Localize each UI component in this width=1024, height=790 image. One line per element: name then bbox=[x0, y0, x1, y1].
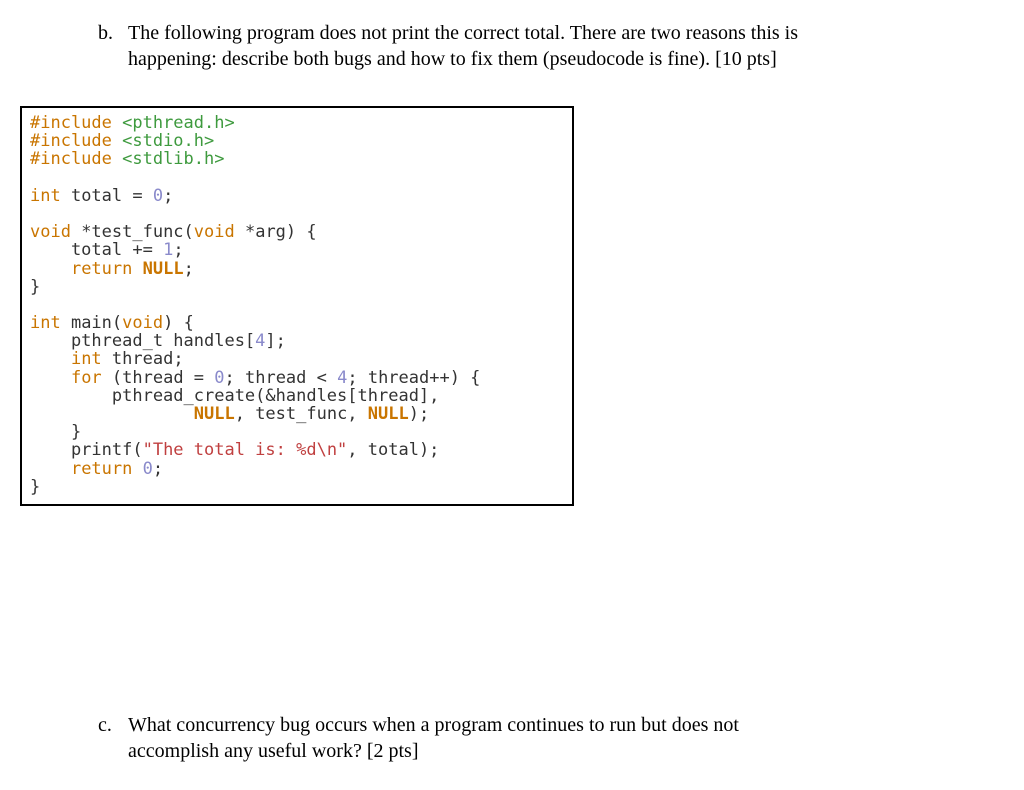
code-l14-a bbox=[30, 349, 71, 369]
code-l17-d: NULL bbox=[368, 404, 409, 424]
code-l9-d: NULL bbox=[143, 259, 184, 279]
code-l21: } bbox=[30, 477, 40, 497]
code-l7-a: void bbox=[30, 222, 71, 242]
code-l9-c bbox=[132, 259, 142, 279]
code-l15-b: for bbox=[71, 368, 102, 388]
code-l2-a: #include bbox=[30, 131, 122, 151]
code-l8-c: ; bbox=[173, 240, 183, 260]
code-l20-d: 0 bbox=[143, 459, 153, 479]
code-l20-a bbox=[30, 459, 71, 479]
code-l9-b: return bbox=[71, 259, 132, 279]
code-l7-d: *arg) { bbox=[235, 222, 317, 242]
question-c-row1: c. What concurrency bug occurs when a pr… bbox=[98, 712, 954, 738]
code-l15-d: 0 bbox=[214, 368, 224, 388]
code-l15-e: ; thread < bbox=[225, 368, 338, 388]
code-l13-b: 4 bbox=[255, 331, 265, 351]
code-l16: pthread_create(&handles[thread], bbox=[30, 386, 439, 406]
code-l7-b: *test_func( bbox=[71, 222, 194, 242]
exam-page: b. The following program does not print … bbox=[0, 0, 1024, 790]
code-l17-b: NULL bbox=[194, 404, 235, 424]
code-l19-c: , total); bbox=[347, 440, 439, 460]
code-l7-c: void bbox=[194, 222, 235, 242]
code-l20-c bbox=[132, 459, 142, 479]
code-l3-b: <stdlib.h> bbox=[122, 149, 224, 169]
question-c-line2: accomplish any useful work? [2 pts] bbox=[128, 738, 954, 764]
code-l19-b: "The total is: %d\n" bbox=[143, 440, 348, 460]
code-l5-d: ; bbox=[163, 186, 173, 206]
code-l13-c: ]; bbox=[265, 331, 285, 351]
code-l15-c: (thread = bbox=[102, 368, 215, 388]
code-l12-b: main( bbox=[61, 313, 122, 333]
code-l1-b: <pthread.h> bbox=[122, 113, 235, 133]
code-l15-a bbox=[30, 368, 71, 388]
spacer bbox=[98, 46, 128, 72]
spacer bbox=[98, 738, 128, 764]
code-l17-e: ); bbox=[409, 404, 429, 424]
code-l2-b: <stdio.h> bbox=[122, 131, 214, 151]
code-l5-c: 0 bbox=[153, 186, 163, 206]
code-l19-a: printf( bbox=[30, 440, 143, 460]
code-l8-b: 1 bbox=[163, 240, 173, 260]
question-c-line1: What concurrency bug occurs when a progr… bbox=[128, 712, 954, 738]
code-l14-b: int bbox=[71, 349, 102, 369]
code-listing: #include <pthread.h> #include <stdio.h> … bbox=[20, 106, 574, 506]
code-l5-a: int bbox=[30, 186, 61, 206]
question-c: c. What concurrency bug occurs when a pr… bbox=[98, 712, 954, 764]
question-b-row1: b. The following program does not print … bbox=[98, 20, 954, 46]
code-l5-b: total = bbox=[61, 186, 153, 206]
question-b-line1: The following program does not print the… bbox=[128, 20, 954, 46]
code-l10: } bbox=[30, 277, 40, 297]
code-l13-a: pthread_t handles[ bbox=[30, 331, 255, 351]
code-l1-a: #include bbox=[30, 113, 122, 133]
code-l12-a: int bbox=[30, 313, 61, 333]
question-c-row2: accomplish any useful work? [2 pts] bbox=[98, 738, 954, 764]
code-l14-c: thread; bbox=[102, 349, 184, 369]
code-l15-f: 4 bbox=[337, 368, 347, 388]
question-b-line2: happening: describe both bugs and how to… bbox=[128, 46, 954, 72]
code-l9-a bbox=[30, 259, 71, 279]
question-c-marker: c. bbox=[98, 712, 128, 738]
question-b: b. The following program does not print … bbox=[98, 20, 954, 72]
question-b-row2: happening: describe both bugs and how to… bbox=[98, 46, 954, 72]
code-l15-g: ; thread++) { bbox=[347, 368, 480, 388]
code-l3-a: #include bbox=[30, 149, 122, 169]
code-l20-e: ; bbox=[153, 459, 163, 479]
code-l18: } bbox=[30, 422, 81, 442]
code-l12-c: void bbox=[122, 313, 163, 333]
code-l12-d: ) { bbox=[163, 313, 194, 333]
code-l9-e: ; bbox=[184, 259, 194, 279]
code-l20-b: return bbox=[71, 459, 132, 479]
code-l17-c: , test_func, bbox=[235, 404, 368, 424]
code-l17-a bbox=[30, 404, 194, 424]
question-b-marker: b. bbox=[98, 20, 128, 46]
code-l8-a: total += bbox=[30, 240, 163, 260]
